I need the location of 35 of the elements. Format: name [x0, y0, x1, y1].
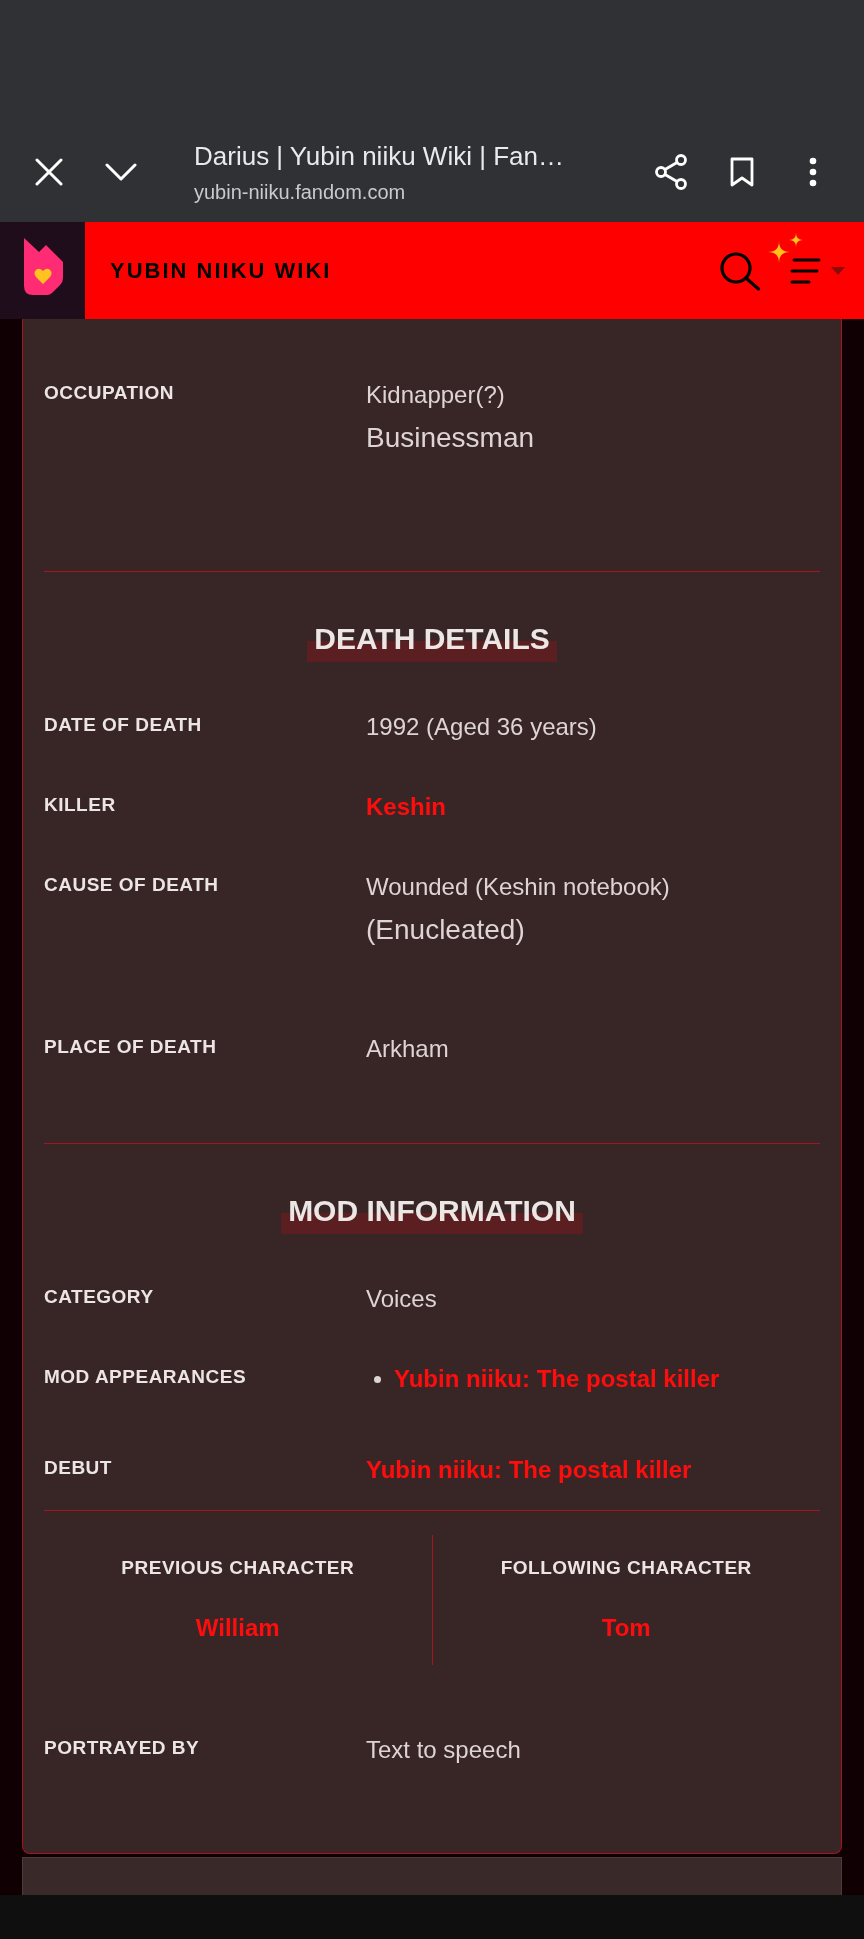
- wiki-link[interactable]: Tom: [601, 1614, 651, 1642]
- wiki-link[interactable]: William: [195, 1614, 280, 1642]
- wiki-link[interactable]: Keshin: [366, 793, 446, 821]
- field-label: DATE OF DEATH: [44, 713, 202, 737]
- bookmark-icon[interactable]: [730, 157, 754, 187]
- field-label: CAUSE OF DEATH: [44, 873, 219, 897]
- field-label: FOLLOWING CHARACTER: [500, 1556, 752, 1580]
- field-label: PLACE OF DEATH: [44, 1035, 217, 1059]
- field-value: Wounded (Keshin notebook): [366, 873, 670, 901]
- more-options-icon[interactable]: [809, 157, 817, 187]
- page-title: Darius | Yubin niiku Wiki | Fan…: [194, 140, 564, 172]
- page-url: yubin-niiku.fandom.com: [194, 180, 406, 204]
- wiki-title[interactable]: YUBIN NIIKU WIKI: [110, 256, 332, 285]
- close-icon[interactable]: [35, 158, 63, 186]
- field-label: OCCUPATION: [44, 381, 174, 405]
- field-value: Text to speech: [366, 1736, 521, 1764]
- field-value: 1992 (Aged 36 years): [366, 713, 597, 741]
- bullet-icon: [374, 1375, 381, 1383]
- field-label: PREVIOUS CHARACTER: [121, 1556, 355, 1580]
- field-label: PORTRAYED BY: [44, 1736, 200, 1760]
- search-icon[interactable]: [719, 250, 761, 291]
- field-label: CATEGORY: [44, 1285, 154, 1309]
- field-label: KILLER: [44, 793, 116, 817]
- field-label: MOD APPEARANCES: [44, 1365, 247, 1389]
- wiki-link[interactable]: Yubin niiku: The postal killer: [366, 1456, 692, 1484]
- field-value: Businessman: [366, 422, 535, 454]
- field-value: Kidnapper(?): [366, 381, 505, 409]
- field-value: Voices: [366, 1285, 437, 1313]
- field-label: DEBUT: [44, 1456, 112, 1480]
- field-value: (Enucleated): [366, 914, 525, 946]
- flame-logo-icon[interactable]: [0, 222, 85, 319]
- share-icon[interactable]: [654, 154, 688, 190]
- field-value: Arkham: [366, 1035, 449, 1063]
- chevron-down-icon[interactable]: [105, 163, 137, 181]
- wiki-link[interactable]: Yubin niiku: The postal killer: [394, 1365, 720, 1393]
